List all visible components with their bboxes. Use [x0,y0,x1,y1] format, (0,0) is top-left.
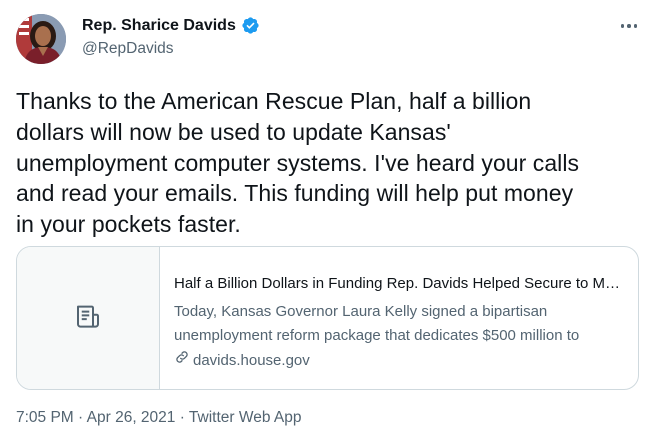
verified-badge-icon [241,16,260,35]
author-handle[interactable]: @RepDavids [82,40,174,58]
card-title: Half a Billion Dollars in Funding Rep. D… [174,275,626,292]
card-description-line: unemployment reform package that dedicat… [174,327,580,344]
tweet-text: Thanks to the American Rescue Plan, half… [16,88,580,238]
author-display-name[interactable]: Rep. Sharice Davids [82,17,236,35]
avatar[interactable] [16,14,66,64]
tweet-source[interactable]: Twitter Web App [189,409,302,426]
card-media [17,247,160,389]
card-domain: davids.house.gov [174,349,626,372]
meta-separator: · [175,409,189,426]
more-icon [627,24,631,28]
tweet-metadata: 7:05 PM · Apr 26, 2021 · Twitter Web App [16,409,302,427]
tweet-date[interactable]: Apr 26, 2021 [87,409,176,426]
more-options-button[interactable] [617,16,641,36]
tweet-time[interactable]: 7:05 PM [16,409,74,426]
card-description: Today, Kansas Governor Laura Kelly signe… [174,300,626,348]
document-icon [73,301,103,336]
tweet: Rep. Sharice Davids @RepDavids Thanks to… [0,0,659,445]
more-icon [633,24,638,28]
link-card[interactable]: Half a Billion Dollars in Funding Rep. D… [16,246,639,390]
card-description-line: Today, Kansas Governor Laura Kelly signe… [174,303,548,320]
link-icon [174,349,190,372]
more-icon [620,24,625,28]
meta-separator: · [73,409,87,426]
card-domain-text: davids.house.gov [193,351,310,369]
card-body: Half a Billion Dollars in Funding Rep. D… [160,247,638,389]
author-name-row: Rep. Sharice Davids [82,16,260,35]
